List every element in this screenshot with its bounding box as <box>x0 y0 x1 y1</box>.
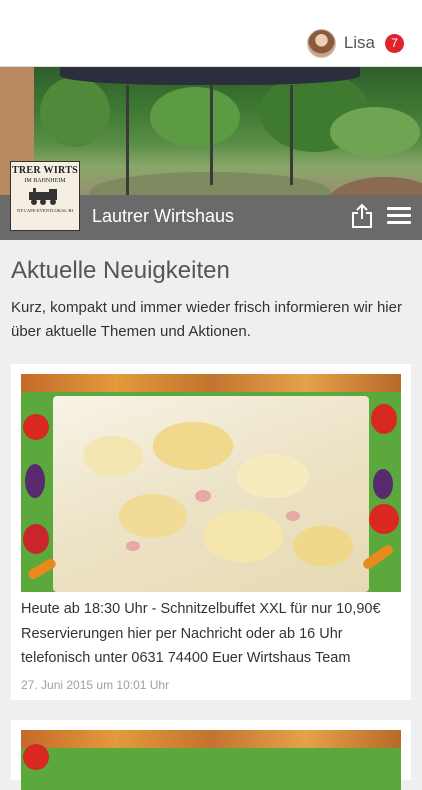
logo-line-3: NT-CAFE-EVENTLOKAL-BI <box>16 208 74 213</box>
user-name[interactable]: Lisa <box>344 33 375 53</box>
news-card[interactable] <box>11 720 411 790</box>
page-title: Aktuelle Neuigkeiten <box>11 257 230 284</box>
menu-icon[interactable] <box>387 207 411 227</box>
news-image[interactable] <box>21 730 401 790</box>
app-logo: TRER WIRTS IM BAHNHEIM NT-CAFE-EVENTLOKA… <box>10 161 80 231</box>
logo-line-2: IM BAHNHEIM <box>24 178 66 184</box>
top-bar: Lisa 7 <box>0 0 422 67</box>
page-intro: Kurz, kompakt und immer wieder frisch in… <box>11 299 402 340</box>
avatar[interactable] <box>306 28 336 58</box>
news-image[interactable] <box>21 374 401 592</box>
notification-badge[interactable]: 7 <box>385 33 404 53</box>
news-text: Heute ab 18:30 Uhr - Schnitzelbuffet XXL… <box>21 601 381 666</box>
train-icon <box>29 188 57 205</box>
app-title: Lautrer Wirtshaus <box>92 206 235 226</box>
news-card[interactable]: Heute ab 18:30 Uhr - Schnitzelbuffet XXL… <box>11 364 411 700</box>
news-date: 27. Juni 2015 um 10:01 Uhr <box>21 678 170 692</box>
share-icon[interactable] <box>351 203 373 229</box>
logo-line-1: TRER WIRTS <box>11 165 79 176</box>
user-menu[interactable]: Lisa 7 <box>306 28 404 58</box>
